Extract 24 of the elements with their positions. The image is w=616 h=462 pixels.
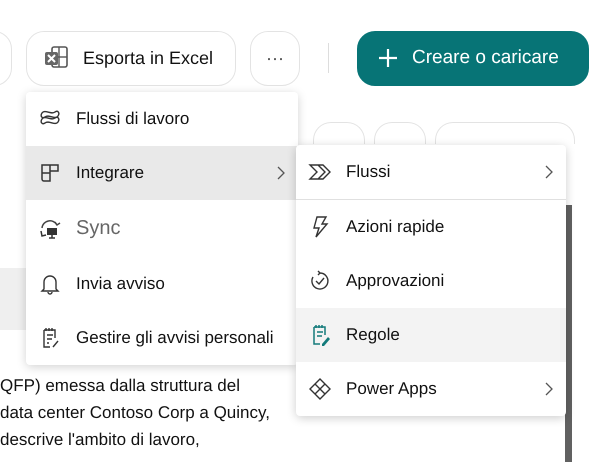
menu-item[interactable]: Invia avviso [26,257,298,311]
menu-item[interactable]: Regole [296,308,566,362]
excel-icon [43,45,69,71]
diamond-icon [308,377,332,401]
menu-item[interactable]: Integrare [26,146,298,200]
chevron-right-icon [544,164,554,180]
menu-item[interactable]: Flussi di lavoro [26,92,298,146]
menu-item[interactable]: Approvazioni [296,254,566,308]
export-button[interactable]: Esporta in Excel [26,30,236,86]
menu-item[interactable]: Azioni rapide [296,200,566,254]
body-text-line: data center Contoso Corp a Quincy, [0,402,270,424]
menu-item[interactable]: Gestire gli avvisi personali [26,311,298,365]
chevron-right-icon [544,381,554,397]
filter-button[interactable] [313,122,365,144]
details-button[interactable] [435,122,575,144]
body-text-line: QFP) emessa dalla struttura del [0,375,241,397]
chevron-right-icon [276,165,286,181]
more-button[interactable]: ··· [250,30,300,86]
menu-item[interactable]: Flussi [296,145,566,200]
plus-icon [378,48,398,68]
menu-item[interactable]: Power Apps [296,362,566,416]
share-button[interactable] [374,122,426,144]
create-button[interactable]: Creare o caricare [357,30,589,86]
body-text-line: descrive l'ambito di lavoro, [0,429,201,451]
